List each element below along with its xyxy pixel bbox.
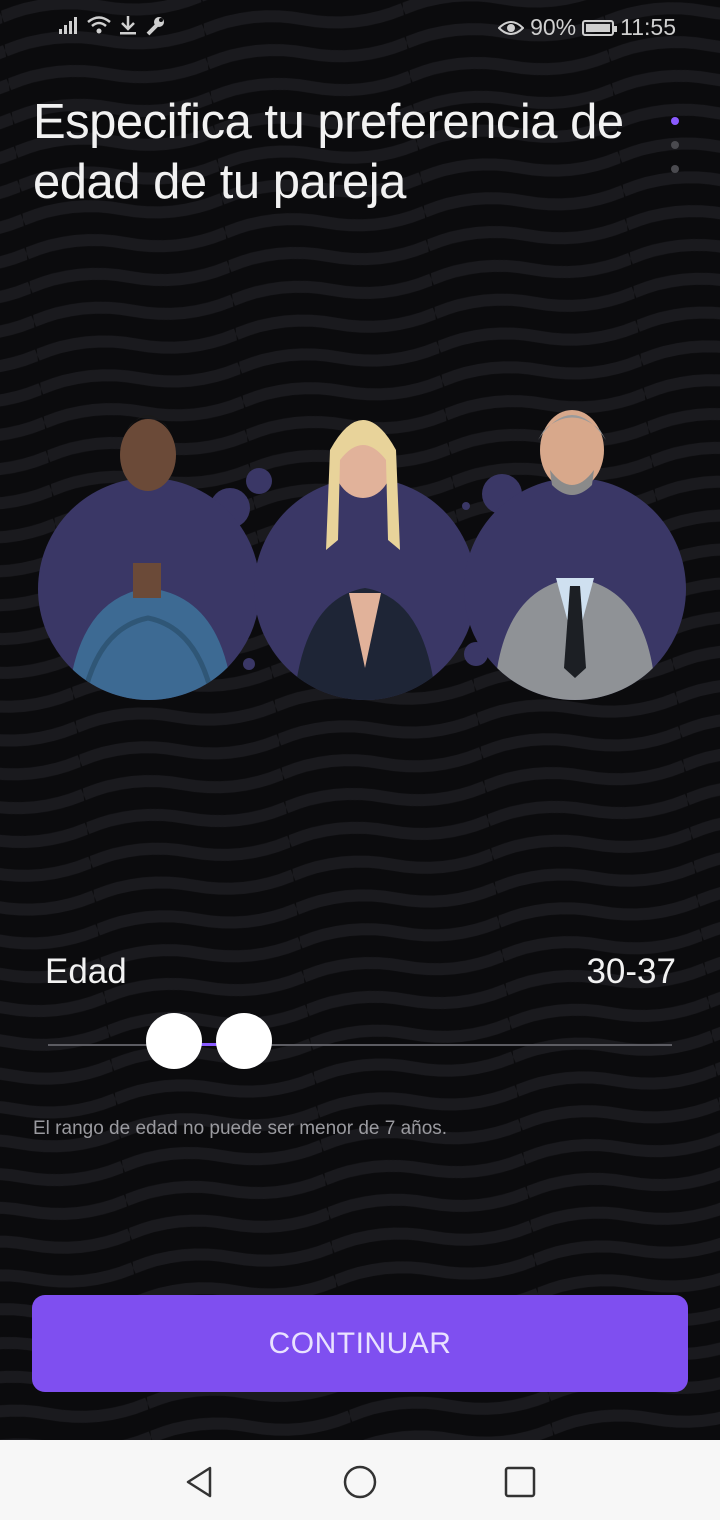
wave-background [0, 0, 720, 1440]
download-icon [120, 16, 136, 35]
page-indicator [671, 117, 679, 173]
page-dot [671, 165, 679, 173]
age-range-value: 30-37 [586, 952, 676, 991]
wifi-icon [87, 16, 111, 34]
slider-max-thumb[interactable] [216, 1013, 272, 1069]
page-dot-active [671, 117, 679, 125]
home-icon[interactable] [340, 1462, 380, 1502]
age-range-slider[interactable] [48, 1013, 672, 1071]
continue-button[interactable]: CONTINUAR [32, 1295, 688, 1392]
wrench-icon [146, 17, 164, 36]
eye-icon [498, 20, 525, 35]
status-bar: 90% 11:55 [0, 0, 720, 56]
slider-track[interactable] [48, 1044, 672, 1046]
page-title: Especifica tu preferencia de edad de tu … [33, 95, 624, 209]
battery-icon [582, 19, 618, 36]
recents-icon[interactable] [500, 1462, 540, 1502]
avatar-heads [120, 410, 606, 550]
battery-percent: 90% [530, 14, 577, 40]
age-range-hint: El rango de edad no puede ser menor de 7… [33, 1118, 448, 1139]
system-nav-bar [0, 1440, 720, 1520]
signal-icon [59, 17, 77, 34]
page-dot [671, 141, 679, 149]
age-label: Edad [45, 952, 127, 991]
clock: 11:55 [620, 14, 676, 40]
slider-min-thumb[interactable] [146, 1013, 202, 1069]
age-illustration [0, 390, 720, 720]
back-icon[interactable] [180, 1462, 220, 1502]
